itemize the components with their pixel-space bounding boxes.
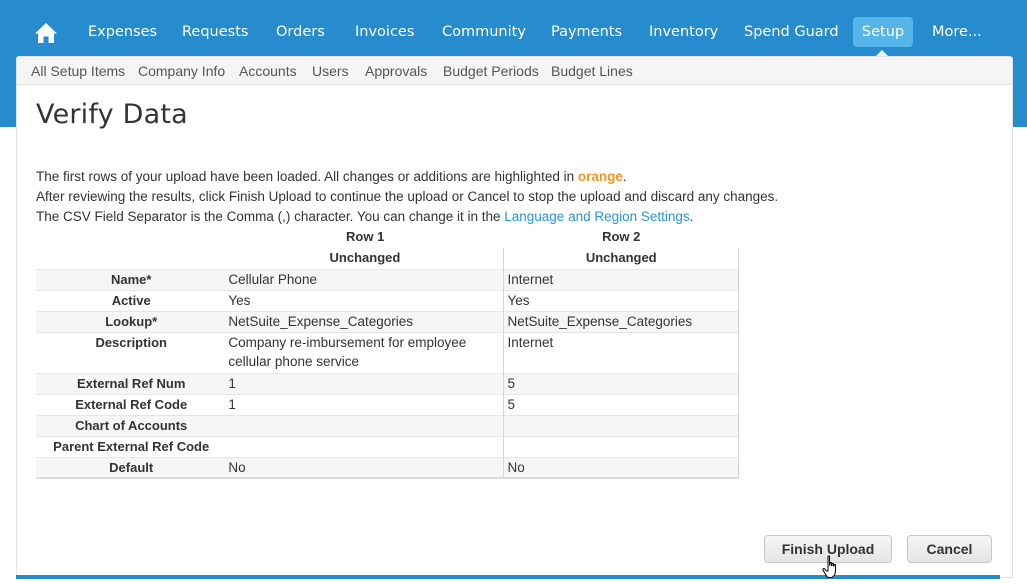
field-label: External Ref Num (77, 375, 186, 391)
field-label: Name* (110, 271, 152, 287)
row-2-value: Internet (503, 269, 739, 290)
row-2-value (503, 415, 739, 436)
hand-pointer-cursor-icon (822, 555, 840, 579)
subnav-accounts[interactable]: Accounts (239, 57, 297, 85)
nav-invoices[interactable]: Invoices (344, 17, 425, 47)
intro-line-1-suffix: . (622, 169, 627, 184)
cancel-button[interactable]: Cancel (907, 535, 992, 563)
row-1-value: Company re-imbursement for employee cell… (226, 332, 505, 373)
panel-bottom-accent (16, 575, 1000, 579)
column-status-row: Unchanged Unchanged (36, 248, 739, 269)
row-1-value: Yes (226, 290, 505, 311)
nav-more[interactable]: More... (921, 17, 993, 47)
table-row: Default No No (36, 457, 739, 478)
row-2-value: 5 (503, 394, 739, 415)
table-row: Chart of Accounts (36, 415, 739, 436)
subnav-budget-periods[interactable]: Budget Periods (443, 57, 539, 85)
row-1-value: NetSuite_Expense_Categories (226, 311, 505, 332)
subnav-company-info[interactable]: Company Info (138, 57, 225, 85)
nav-inventory[interactable]: Inventory (638, 17, 729, 47)
nav-orders[interactable]: Orders (265, 17, 336, 47)
row-2-value: 5 (503, 373, 739, 394)
content-panel: All Setup Items Company Info Accounts Us… (16, 56, 1013, 578)
table-row: Parent External Ref Code (36, 436, 739, 457)
intro-line-2: After reviewing the results, click Finis… (36, 189, 779, 204)
intro-line-3-text: The CSV Field Separator is the Comma (,)… (36, 209, 505, 224)
row-2-value: NetSuite_Expense_Categories (503, 311, 739, 332)
nav-requests[interactable]: Requests (171, 17, 259, 47)
row-1-value (226, 415, 505, 436)
nav-payments[interactable]: Payments (540, 17, 633, 47)
intro-text: The first rows of your upload have been … (36, 167, 778, 227)
subnav-all-setup-items[interactable]: All Setup Items (31, 57, 125, 85)
nav-expenses[interactable]: Expenses (77, 17, 168, 47)
nav-community[interactable]: Community (431, 17, 537, 47)
field-label: Chart of Accounts (75, 417, 188, 433)
field-label: Parent External Ref Code (53, 438, 210, 454)
language-region-settings-link[interactable]: Language and Region Settings (504, 209, 689, 224)
field-label: Default (109, 459, 154, 475)
intro-line-1-text: The first rows of your upload have been … (36, 169, 578, 184)
column-title-row-2: Row 2 (602, 229, 641, 244)
column-title-row-1: Row 1 (346, 229, 385, 244)
field-label: Lookup* (105, 313, 158, 329)
table-row: Name* Cellular Phone Internet (36, 269, 739, 290)
row-1-value (226, 436, 505, 457)
column-status-row-2: Unchanged (503, 248, 739, 269)
intro-line-1: The first rows of your upload have been … (36, 167, 778, 187)
header-spacer (36, 227, 226, 248)
row-2-value: Internet (503, 332, 739, 373)
subnav-users[interactable]: Users (312, 57, 349, 85)
header-spacer (36, 248, 226, 269)
field-label: Active (111, 292, 151, 308)
row-1-value: No (226, 457, 505, 478)
verify-data-table: Row 1 Row 2 Unchanged Unchanged Name* Ce… (36, 227, 739, 479)
column-title-row: Row 1 Row 2 (36, 227, 739, 248)
row-1-value: 1 (226, 373, 505, 394)
table-row: External Ref Code 1 5 (36, 394, 739, 415)
nav-spend-guard[interactable]: Spend Guard (733, 17, 850, 47)
home-icon[interactable] (34, 22, 58, 44)
row-2-value (503, 436, 739, 457)
row-1-value: Cellular Phone (226, 269, 505, 290)
intro-line-3-suffix: . (689, 209, 694, 224)
column-status-row-1: Unchanged (226, 248, 505, 269)
table-row: Active Yes Yes (36, 290, 739, 311)
subnav-approvals[interactable]: Approvals (365, 57, 427, 85)
table-row: Lookup* NetSuite_Expense_Categories NetS… (36, 311, 739, 332)
field-label: Description (95, 334, 167, 350)
table-row: Description Company re-imbursement for e… (36, 332, 739, 373)
page-title: Verify Data (36, 99, 188, 130)
setup-subnav: All Setup Items Company Info Accounts Us… (17, 57, 1012, 85)
intro-line-3: The CSV Field Separator is the Comma (,)… (36, 207, 778, 227)
row-2-value: No (503, 457, 739, 478)
highlight-color-word: orange (577, 169, 623, 184)
row-2-value: Yes (503, 290, 739, 311)
subnav-budget-lines[interactable]: Budget Lines (551, 57, 633, 85)
row-1-value: 1 (226, 394, 505, 415)
top-nav: Expenses Requests Orders Invoices Commun… (0, 0, 1027, 57)
field-label: External Ref Code (75, 396, 188, 412)
table-row: External Ref Num 1 5 (36, 373, 739, 394)
nav-setup[interactable]: Setup (853, 17, 913, 47)
